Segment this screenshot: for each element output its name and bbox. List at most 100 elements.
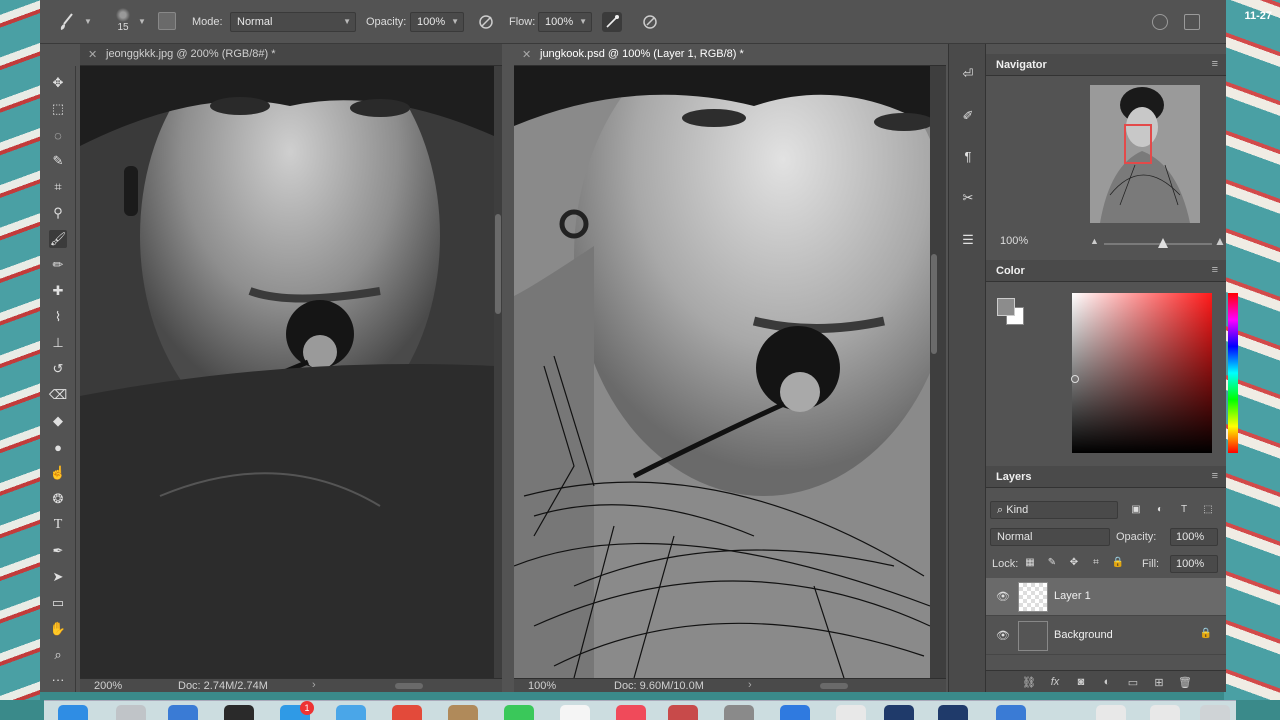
music-icon[interactable] — [616, 705, 646, 720]
eyedropper-tool-icon[interactable]: ⚲ — [49, 204, 67, 222]
hand-tool-icon[interactable]: ✋ — [49, 620, 67, 638]
photos-icon[interactable] — [668, 705, 698, 720]
blur-tool-icon[interactable]: ● — [49, 438, 67, 456]
link-layers-icon[interactable]: ⛓ — [1022, 675, 1036, 689]
healing-tool-icon[interactable]: ✚ — [49, 282, 67, 300]
finder-icon[interactable] — [58, 705, 88, 720]
navigator-zoom-slider[interactable] — [1104, 243, 1212, 245]
chevron-right-icon[interactable]: › — [748, 679, 752, 691]
pressure-size-icon[interactable] — [640, 12, 660, 32]
new-layer-icon[interactable]: ⊞ — [1152, 675, 1166, 689]
pressure-opacity-icon[interactable] — [476, 12, 496, 32]
fill-field[interactable]: 100% — [1170, 555, 1218, 573]
foreground-color-swatch[interactable] — [997, 298, 1015, 316]
filter-pixel-icon[interactable]: ▣ — [1130, 503, 1142, 515]
navigator-view-box[interactable] — [1124, 124, 1152, 164]
filter-shape-icon[interactable]: ⬚ — [1202, 503, 1214, 515]
app-icon[interactable] — [996, 705, 1026, 720]
type-tool-icon[interactable]: T — [49, 516, 67, 534]
layer-name[interactable]: Background — [1054, 629, 1113, 641]
canvas-reference-photo[interactable] — [80, 66, 494, 678]
brush-tool-icon[interactable]: 🖌 — [49, 230, 67, 248]
flow-field[interactable]: 100% ▼ — [538, 12, 592, 32]
scrollbar-thumb[interactable] — [931, 254, 937, 354]
rectangle-tool-icon[interactable]: ▭ — [49, 594, 67, 612]
zoom-level[interactable]: 100% — [528, 680, 556, 692]
zoom-tool-icon[interactable]: ⌕ — [49, 646, 67, 664]
panel-menu-icon[interactable]: ≡ — [1212, 264, 1218, 276]
opacity-field[interactable]: 100% ▼ — [410, 12, 464, 32]
history-brush-tool-icon[interactable]: ↺ — [49, 360, 67, 378]
zoom-in-icon[interactable]: ▲ — [1214, 234, 1226, 248]
layers-panel-header[interactable]: Layers ≡ — [986, 466, 1226, 488]
navigator-panel-header[interactable]: Navigator ≡ — [986, 54, 1226, 76]
scrollbar-thumb[interactable] — [495, 214, 501, 314]
sponge-tool-icon[interactable]: ❂ — [49, 490, 67, 508]
layer-row-layer-1[interactable]: 👁 Layer 1 — [986, 578, 1226, 616]
app-store-icon[interactable]: 1 — [280, 701, 314, 720]
calendar-icon[interactable] — [560, 705, 590, 720]
chevron-down-icon[interactable]: ▼ — [84, 17, 92, 26]
horizontal-scrollbar-thumb[interactable] — [395, 683, 423, 689]
lock-all-icon[interactable]: 🔒 — [1112, 556, 1124, 568]
layer-opacity-field[interactable]: 100% — [1170, 528, 1218, 546]
preview-icon[interactable] — [168, 705, 198, 720]
chevron-right-icon[interactable]: › — [312, 679, 316, 691]
brush-size-picker[interactable]: 15 — [114, 8, 132, 36]
new-group-icon[interactable]: ▭ — [1126, 675, 1140, 689]
zoom-out-icon[interactable]: ▲ — [1090, 236, 1099, 246]
safari-icon[interactable] — [336, 705, 366, 720]
pencil-tool-icon[interactable]: ✏ — [49, 256, 67, 274]
panel-menu-icon[interactable]: ≡ — [1212, 58, 1218, 70]
photoshop-icon[interactable] — [884, 705, 914, 720]
color-picker-field[interactable] — [1072, 293, 1212, 453]
panel-menu-icon[interactable]: ≡ — [1212, 470, 1218, 482]
chevron-down-icon[interactable]: ▼ — [138, 17, 146, 26]
launchpad-icon[interactable] — [116, 705, 146, 720]
smudge-tool-icon[interactable]: ☝ — [49, 464, 67, 482]
trash-icon[interactable]: 🗑 — [1178, 675, 1192, 689]
filter-type-icon[interactable]: T — [1178, 503, 1190, 515]
photoshop-icon[interactable] — [938, 705, 968, 720]
vertical-scrollbar[interactable] — [494, 66, 502, 678]
hue-slider[interactable] — [1228, 293, 1238, 453]
chrome-icon[interactable] — [392, 705, 422, 720]
color-picker-cursor[interactable] — [1071, 375, 1079, 383]
eye-icon[interactable]: 👁 — [996, 629, 1010, 642]
fx-icon[interactable]: fx — [1048, 675, 1062, 689]
paragraph-icon[interactable]: ¶ — [960, 148, 976, 164]
history-icon[interactable]: ⏎ — [960, 66, 976, 82]
contacts-icon[interactable] — [448, 705, 478, 720]
lock-pixels-icon[interactable]: ✎ — [1046, 556, 1058, 568]
adjustment-layer-icon[interactable]: ◐ — [1100, 675, 1114, 689]
messages-icon[interactable] — [504, 705, 534, 720]
search-icon[interactable] — [1152, 14, 1168, 30]
lasso-tool-icon[interactable]: ◌ — [49, 126, 67, 144]
horizontal-scrollbar-thumb[interactable] — [820, 683, 848, 689]
lock-transparency-icon[interactable]: ▦ — [1024, 556, 1036, 568]
bucket-tool-icon[interactable]: ◆ — [49, 412, 67, 430]
quick-select-tool-icon[interactable]: ✎ — [49, 152, 67, 170]
color-panel-header[interactable]: Color ≡ — [986, 260, 1226, 282]
lock-artboard-icon[interactable]: ⌗ — [1090, 556, 1102, 568]
mode-select[interactable]: Normal ▼ — [230, 12, 356, 32]
workspace-icon[interactable] — [1184, 14, 1200, 30]
tool-presets-icon[interactable]: ✂ — [960, 190, 976, 206]
brush-panel-toggle-icon[interactable] — [158, 12, 176, 30]
more-tools-icon[interactable]: ··· — [49, 670, 67, 688]
airbrush-icon[interactable] — [602, 12, 622, 32]
stamp-tool-icon[interactable]: ⊥ — [49, 334, 67, 352]
pen-tool-icon[interactable]: ✒ — [49, 542, 67, 560]
word-icon[interactable] — [780, 705, 810, 720]
marquee-tool-icon[interactable]: ⬚ — [49, 100, 67, 118]
filter-adjustment-icon[interactable]: ◐ — [1154, 503, 1166, 515]
lock-position-icon[interactable]: ✥ — [1068, 556, 1080, 568]
crop-tool-icon[interactable]: ⌗ — [49, 178, 67, 196]
mixer-brush-tool-icon[interactable]: ⌇ — [49, 308, 67, 326]
brush-preset-icon[interactable] — [58, 12, 76, 32]
add-mask-icon[interactable]: ◙ — [1074, 675, 1088, 689]
photo-booth-icon[interactable] — [224, 705, 254, 720]
document-tab-reference[interactable]: ✕ jeonggkkk.jpg @ 200% (RGB/8#) * — [80, 44, 502, 66]
trash-icon[interactable] — [1200, 705, 1230, 720]
canvas-painting[interactable] — [514, 66, 930, 678]
